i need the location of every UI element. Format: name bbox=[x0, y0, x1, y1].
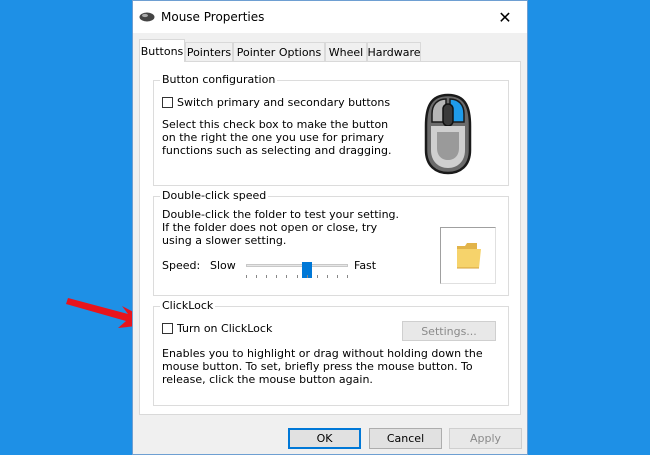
switch-buttons-checkbox[interactable] bbox=[162, 97, 173, 108]
button-configuration-group: Button configuration Switch primary and … bbox=[153, 73, 509, 186]
clicklock-row[interactable]: Turn on ClickLock bbox=[162, 322, 272, 335]
fast-label: Fast bbox=[354, 259, 377, 272]
slider-tick bbox=[337, 275, 338, 278]
cancel-button[interactable]: Cancel bbox=[369, 428, 442, 449]
slider-tick bbox=[256, 275, 257, 278]
clicklock-checkbox[interactable] bbox=[162, 323, 173, 334]
title-bar[interactable]: Mouse Properties ✕ bbox=[133, 1, 527, 33]
slider-tick bbox=[327, 275, 328, 278]
slider-tick bbox=[347, 275, 348, 278]
clicklock-description: Enables you to highlight or drag without… bbox=[162, 347, 483, 386]
double-click-speed-group: Double-click speed Double-click the fold… bbox=[153, 189, 509, 296]
window-title: Mouse Properties bbox=[161, 10, 265, 24]
close-button[interactable]: ✕ bbox=[483, 1, 527, 33]
clicklock-label[interactable]: Turn on ClickLock bbox=[177, 322, 272, 335]
apply-button[interactable]: Apply bbox=[449, 428, 522, 449]
test-folder-box[interactable] bbox=[440, 227, 496, 284]
slider-tick bbox=[246, 275, 247, 278]
slider-tick bbox=[286, 275, 287, 278]
tab-pointer-options[interactable]: Pointer Options bbox=[233, 42, 325, 61]
close-icon: ✕ bbox=[498, 7, 512, 27]
switch-buttons-label[interactable]: Switch primary and secondary buttons bbox=[177, 96, 390, 109]
tab-buttons[interactable]: Buttons bbox=[139, 39, 185, 62]
slider-tick bbox=[317, 275, 318, 278]
tab-panel-buttons: Button configuration Switch primary and … bbox=[139, 61, 521, 415]
folder-icon bbox=[457, 243, 481, 269]
ok-button[interactable]: OK bbox=[288, 428, 361, 449]
slider-ticks bbox=[246, 275, 348, 279]
double-click-speed-legend: Double-click speed bbox=[160, 189, 269, 202]
double-click-description: Double-click the folder to test your set… bbox=[162, 208, 400, 247]
double-click-speed-slider[interactable] bbox=[246, 262, 348, 278]
tab-wheel[interactable]: Wheel bbox=[325, 42, 367, 61]
slider-tick bbox=[297, 275, 298, 278]
slow-label: Slow bbox=[210, 259, 236, 272]
tab-hardware[interactable]: Hardware bbox=[367, 42, 421, 61]
clicklock-group: ClickLock Turn on ClickLock Settings... … bbox=[153, 299, 509, 406]
slider-tick bbox=[276, 275, 277, 278]
slider-tick bbox=[307, 275, 308, 278]
speed-row: Speed: Slow Fast bbox=[162, 257, 382, 279]
clicklock-settings-button[interactable]: Settings... bbox=[402, 321, 496, 341]
clicklock-legend: ClickLock bbox=[160, 299, 216, 312]
slider-tick bbox=[266, 275, 267, 278]
mouse-app-icon bbox=[139, 12, 155, 22]
switch-buttons-row[interactable]: Switch primary and secondary buttons bbox=[162, 96, 390, 109]
button-configuration-legend: Button configuration bbox=[160, 73, 278, 86]
button-configuration-description: Select this check box to make the button… bbox=[162, 118, 392, 157]
tab-pointers[interactable]: Pointers bbox=[185, 42, 233, 61]
mouse-illustration-icon bbox=[424, 93, 472, 175]
mouse-properties-window: Mouse Properties ✕ Buttons Pointers Poin… bbox=[132, 0, 528, 455]
speed-label: Speed: bbox=[162, 259, 201, 272]
